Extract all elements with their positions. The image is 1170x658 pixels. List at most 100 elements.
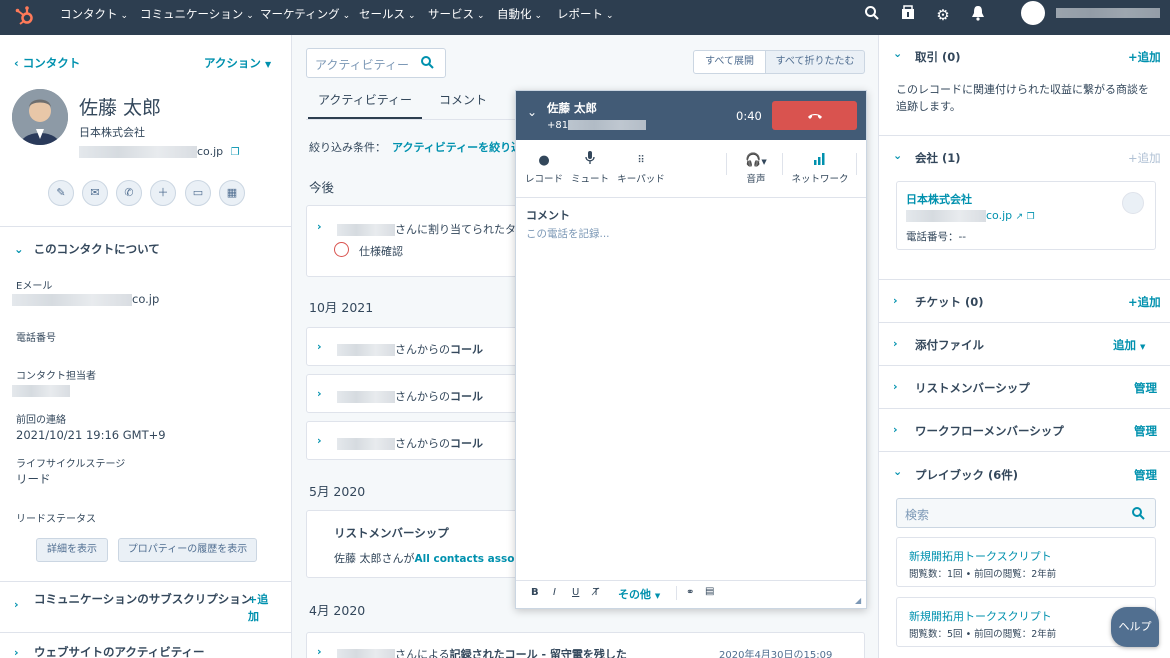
tickets-title[interactable]: チケット (0) <box>915 294 984 310</box>
snippet-icon[interactable]: ▤ <box>705 586 714 597</box>
gear-icon[interactable]: ⚙ <box>933 5 953 25</box>
keypad-button[interactable]: ⠿ キーパッド <box>616 151 666 185</box>
subscriptions-title[interactable]: コミュニケーションのサブスクリプション <box>34 591 252 607</box>
help-button[interactable]: ヘルプ <box>1111 607 1159 647</box>
task-checkbox[interactable] <box>334 242 349 257</box>
property-history-button[interactable]: プロパティーの履歴を表示 <box>118 538 257 562</box>
back-to-contacts-link[interactable]: ‹ コンタクト <box>14 55 80 71</box>
nav-menu-service[interactable]: サービス ⌄ <box>428 0 485 35</box>
account-name[interactable] <box>1056 8 1160 18</box>
workflow-memberships-manage-link[interactable]: 管理 <box>1134 423 1157 439</box>
playbook-item[interactable]: 新規開拓用トークスクリプト 閲覧数：1回 • 前回の閲覧：2年前 <box>896 537 1156 587</box>
email-button[interactable]: ✉ <box>82 180 108 206</box>
copy-icon[interactable]: ❐ <box>231 147 240 158</box>
recorded-call-card[interactable]: › さんによる記録されたコール - 留守電を残した 2020年4月30日の15:… <box>306 632 865 658</box>
companies-add-link[interactable]: +追加 <box>1128 150 1161 166</box>
chevron-right-icon[interactable]: › <box>893 337 898 350</box>
company-domain[interactable]: co.jp ↗ ❐ <box>906 209 1035 222</box>
playbook-title[interactable]: 新規開拓用トークスクリプト <box>909 548 1052 564</box>
nav-menu-marketing[interactable]: マーケティング ⌄ <box>260 0 350 35</box>
attachments-title[interactable]: 添付ファイル <box>915 337 984 353</box>
network-button[interactable]: ネットワーク <box>788 151 852 185</box>
about-section-toggle[interactable]: ⌄ このコンタクトについて <box>14 241 160 257</box>
call-button[interactable]: ✆ <box>116 180 142 206</box>
divider <box>516 580 866 581</box>
email-value[interactable]: co.jp <box>12 292 159 306</box>
actions-dropdown[interactable]: アクション ▼ <box>204 55 271 71</box>
caller-name: 佐藤 太郎 <box>547 101 598 115</box>
chevron-right-icon[interactable]: › <box>893 380 898 393</box>
link-icon[interactable]: ⚭ <box>686 587 694 598</box>
companies-title[interactable]: 会社 (1) <box>915 150 961 166</box>
chevron-down-icon[interactable]: ⌄ <box>893 149 902 162</box>
meeting-button[interactable]: ▦ <box>219 180 245 206</box>
note-button[interactable]: ✎ <box>48 180 74 206</box>
tab-notes[interactable]: コメント <box>439 91 487 108</box>
deals-add-link[interactable]: +追加 <box>1128 49 1161 65</box>
playbook-title[interactable]: 新規開拓用トークスクリプト <box>909 608 1052 624</box>
chevron-right-icon[interactable]: › <box>893 423 898 436</box>
company-name-link[interactable]: 日本株式会社 <box>906 191 972 207</box>
playbooks-title[interactable]: プレイブック (6件) <box>915 467 1018 483</box>
record-button[interactable]: ● レコード <box>524 151 564 185</box>
chevron-right-icon[interactable]: › <box>317 434 322 447</box>
tickets-add-link[interactable]: +追加 <box>1128 294 1161 310</box>
playbooks-manage-link[interactable]: 管理 <box>1134 467 1157 483</box>
activity-search-field[interactable]: アクティビティー <box>306 48 446 78</box>
comment-textarea[interactable]: この電話を記録... <box>526 226 610 241</box>
list-memberships-manage-link[interactable]: 管理 <box>1134 380 1157 396</box>
contact-avatar[interactable] <box>12 89 68 145</box>
mute-button[interactable]: ミュート <box>568 151 612 185</box>
filter-dropdown[interactable]: アクティビティーを絞り込 <box>392 139 522 155</box>
hang-up-button[interactable] <box>772 101 857 130</box>
contact-email-row: co.jp ❐ <box>79 145 240 158</box>
chevron-right-icon[interactable]: › <box>317 220 322 233</box>
add-button[interactable]: ＋ <box>150 180 176 206</box>
copy-icon[interactable]: ❐ <box>1027 212 1035 222</box>
company-card[interactable]: 日本株式会社 co.jp ↗ ❐ 電話番号：-- <box>896 181 1156 250</box>
underline-icon[interactable]: U <box>572 587 579 598</box>
search-icon[interactable] <box>420 55 434 72</box>
deals-title[interactable]: 取引 (0) <box>915 49 961 65</box>
playbook-search-input[interactable]: 検索 <box>896 498 1156 528</box>
chevron-right-icon[interactable]: › <box>317 645 322 658</box>
subscriptions-add-link[interactable]: +追加 <box>248 591 272 625</box>
website-activity-title[interactable]: ウェブサイトのアクティビティー <box>34 644 205 658</box>
chevron-down-icon[interactable]: ⌄ <box>893 47 902 60</box>
workflow-memberships-title[interactable]: ワークフローメンバーシップ <box>915 423 1064 439</box>
nav-menu-label: マーケティング <box>260 7 340 21</box>
attachments-add-dropdown[interactable]: 追加 ▼ <box>1113 337 1145 353</box>
nav-menu-conversations[interactable]: コミュニケーション ⌄ <box>140 0 254 35</box>
chevron-right-icon[interactable]: › <box>317 340 322 353</box>
bell-icon[interactable] <box>968 5 988 25</box>
more-dropdown[interactable]: その他 ▼ <box>618 586 660 602</box>
expand-all-button[interactable]: すべて展開 <box>693 50 766 74</box>
log-activity-button[interactable]: ▭ <box>185 180 211 206</box>
nav-menu-contacts[interactable]: コンタクト ⌄ <box>60 0 128 35</box>
audio-settings-button[interactable]: 🎧▼ 音声 <box>738 151 774 185</box>
search-icon[interactable] <box>1131 506 1145 523</box>
tab-activity[interactable]: アクティビティー <box>308 91 422 120</box>
bold-icon[interactable]: B <box>531 587 539 598</box>
contact-email[interactable]: co.jp <box>197 145 223 158</box>
resize-handle-icon[interactable]: ◢ <box>855 596 861 605</box>
chevron-right-icon[interactable]: › <box>893 294 898 307</box>
italic-icon[interactable]: I <box>553 587 556 598</box>
hubspot-logo-icon[interactable] <box>14 5 36 27</box>
marketplace-icon[interactable] <box>898 5 918 25</box>
chevron-down-icon[interactable]: ⌄ <box>527 105 537 119</box>
list-memberships-title[interactable]: リストメンバーシップ <box>915 380 1030 396</box>
search-icon[interactable] <box>862 5 882 25</box>
nav-menu-reports[interactable]: レポート ⌄ <box>557 0 614 35</box>
chevron-right-icon[interactable]: › <box>317 387 322 400</box>
nav-menu-sales[interactable]: セールス ⌄ <box>359 0 416 35</box>
clear-format-icon[interactable]: T̸ <box>593 587 599 598</box>
collapse-all-button[interactable]: すべて折りたたむ <box>765 50 865 74</box>
view-details-button[interactable]: 詳細を表示 <box>36 538 108 562</box>
chevron-down-icon: ⌄ <box>408 11 416 21</box>
chevron-down-icon[interactable]: ⌄ <box>893 465 902 478</box>
owner-value[interactable] <box>12 383 70 397</box>
nav-menu-automation[interactable]: 自動化 ⌄ <box>497 0 542 35</box>
avatar[interactable] <box>1021 1 1045 25</box>
lifecycle-value[interactable]: リード <box>16 471 51 487</box>
